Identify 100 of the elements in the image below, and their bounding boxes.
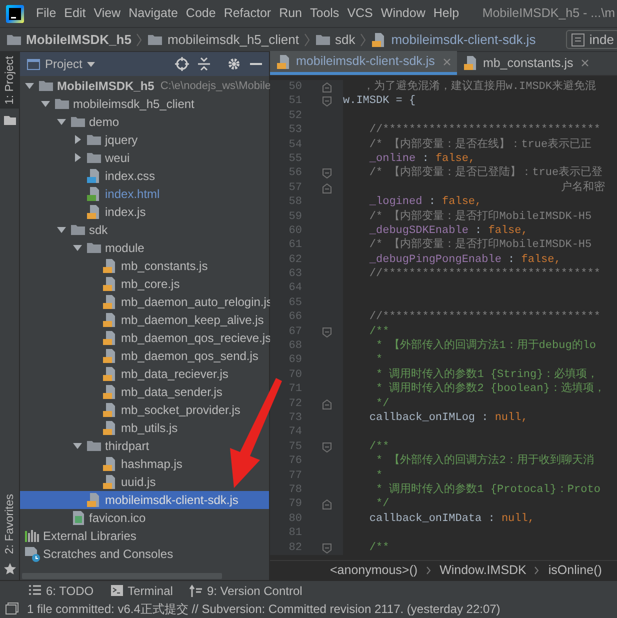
tree-item[interactable]: favicon.ico — [20, 509, 148, 527]
folder-icon — [86, 240, 102, 256]
code-line: //********************************* — [368, 123, 600, 138]
tree-item[interactable]: jquery — [20, 131, 140, 149]
crosshair-icon[interactable] — [175, 57, 189, 71]
editor-tab[interactable]: mobileimsdk-client-sdk.js — [270, 51, 457, 75]
menu-item[interactable]: Navigate — [124, 4, 182, 23]
breadcrumb-item[interactable]: Window.IMSDK — [440, 561, 526, 580]
folder-icon — [54, 96, 70, 112]
tree-item[interactable]: uuid.js — [20, 473, 158, 491]
folder-icon — [70, 114, 86, 130]
tree-item[interactable]: mobileimsdk-client-sdk.js — [20, 491, 269, 509]
tool-window-button[interactable]: Terminal — [110, 582, 173, 600]
scratch-file-icon — [24, 546, 40, 562]
tree-item[interactable]: index.js — [20, 203, 148, 221]
menu-item[interactable]: File — [32, 4, 60, 23]
code-line: * 调用时传入的参数1 {Protocal}：Proto — [375, 482, 600, 498]
side-tab[interactable]: 2: Favorites — [0, 490, 20, 558]
scrollbar[interactable] — [22, 573, 222, 579]
file-icon — [102, 276, 118, 292]
caret-right-icon — [72, 134, 83, 146]
project-view-dropdown[interactable]: Project — [45, 55, 96, 73]
breadcrumb-item[interactable]: mobileimsdk-client-sdk.js — [391, 30, 536, 50]
breadcrumb-item[interactable]: MobileIMSDK_h5 — [26, 30, 132, 50]
code-line: /* 【内部变量：是否在线】：true表示已正 — [368, 138, 592, 152]
editor-tab[interactable]: mb_constants.js — [456, 51, 596, 75]
breadcrumb-item[interactable]: sdk — [334, 30, 356, 50]
tree-item[interactable]: External Libraries — [20, 527, 138, 545]
code-line: w.IMSDK = { — [343, 94, 416, 109]
code-line: /* 【内部变量：是否打印MobileIMSDK-H5 — [368, 210, 592, 224]
file-icon — [102, 384, 118, 400]
code-line: * 【外部传入的回调方法2：用于收到聊天消 — [375, 454, 594, 469]
code-line: /* 【内部变量：是否打印MobileIMSDK-H5 — [368, 238, 592, 253]
file-icon — [276, 54, 292, 70]
folder-icon — [86, 150, 102, 166]
tree-item[interactable]: Scratches and Consoles — [20, 545, 176, 563]
tool-window-button[interactable]: 6: TODO — [28, 582, 94, 600]
run-configuration-dropdown[interactable]: inde — [566, 30, 617, 49]
tree-item[interactable]: index.css — [20, 167, 158, 185]
tree-item[interactable]: hashmap.js — [20, 455, 184, 473]
menu-item[interactable]: Code — [182, 4, 220, 23]
tree-item[interactable]: mb_core.js — [20, 275, 182, 293]
menu-item[interactable]: Window — [376, 4, 430, 23]
tree-item[interactable]: mb_constants.js — [20, 257, 210, 275]
star-icon — [2, 562, 16, 576]
file-icon — [102, 402, 118, 418]
breadcrumb-item[interactable]: <anonymous>() — [330, 561, 418, 580]
code-line: /** — [368, 540, 390, 555]
tree-item[interactable]: mb_socket_provider.js — [20, 401, 242, 419]
code-line: * — [375, 468, 383, 483]
chevron-icon — [135, 32, 144, 46]
tree-item[interactable]: sdk — [20, 221, 110, 239]
menu-item[interactable]: Help — [429, 4, 464, 23]
code-line: _debugPingPongEnable : false, — [368, 252, 561, 268]
tree-item[interactable]: weui — [20, 149, 132, 167]
file-icon — [86, 168, 102, 184]
side-tab[interactable]: 1: Project — [0, 52, 20, 109]
code-line: * 调用时传入的参数1 {String}：必填项， — [375, 368, 598, 382]
code-line: */ — [375, 497, 390, 512]
chevron-icon — [302, 32, 311, 46]
version-control-icon — [188, 584, 203, 598]
menu-item[interactable]: Refactor — [220, 4, 276, 23]
tree-item[interactable]: thirdpart — [20, 437, 152, 455]
tree-item[interactable]: mb_daemon_qos_recieve.js — [20, 329, 274, 347]
close-icon[interactable] — [581, 59, 590, 67]
file-icon — [102, 420, 118, 436]
tree-item[interactable]: mb_data_reciever.js — [20, 365, 230, 383]
settings-icon[interactable] — [227, 57, 241, 71]
file-icon — [102, 348, 118, 364]
file-icon — [86, 204, 102, 220]
code-line: callback_onIMLog : null, — [368, 410, 528, 426]
breadcrumb-item[interactable]: isOnline() — [548, 561, 602, 580]
menu-item[interactable]: VCS — [343, 4, 377, 23]
tool-window-button[interactable]: 9: Version Control — [188, 582, 302, 600]
tree-item[interactable]: MobileIMSDK_h5 C:\e\nodejs_ws\Mobile — [20, 77, 274, 95]
message-icon[interactable] — [5, 602, 19, 616]
tree-item[interactable]: mb_daemon_qos_send.js — [20, 347, 260, 365]
tree-item[interactable]: mobileimsdk_h5_client — [20, 95, 196, 113]
code-line: /* 【内部变量：是否已登陆】：true表示已登 — [368, 166, 603, 180]
tree-item[interactable]: module — [20, 239, 146, 257]
collapse-all-icon[interactable] — [197, 57, 211, 71]
tree-item[interactable]: index.html — [20, 185, 162, 203]
file-icon — [102, 258, 118, 274]
tree-item[interactable]: mb_daemon_keep_alive.js — [20, 311, 266, 329]
menu-item[interactable]: Tools — [306, 4, 344, 23]
chevron-icon — [426, 566, 432, 575]
menu-item[interactable]: Edit — [60, 4, 90, 23]
code-line: _logined : false, — [368, 195, 482, 210]
menu-item[interactable]: Run — [275, 4, 306, 23]
folder-icon — [38, 78, 54, 94]
menu-item[interactable]: View — [90, 4, 125, 23]
tree-item[interactable]: mb_data_sender.js — [20, 383, 224, 401]
code-line: /** — [368, 440, 390, 454]
code-line: //********************************* — [368, 310, 600, 325]
file-icon — [102, 474, 118, 490]
breadcrumb-item[interactable]: mobileimsdk_h5_client — [167, 30, 299, 50]
tree-item[interactable]: demo — [20, 113, 122, 131]
window-icon — [26, 56, 41, 72]
tree-item[interactable]: mb_utils.js — [20, 419, 180, 437]
tree-item[interactable]: mb_daemon_auto_relogin.js — [20, 293, 274, 311]
